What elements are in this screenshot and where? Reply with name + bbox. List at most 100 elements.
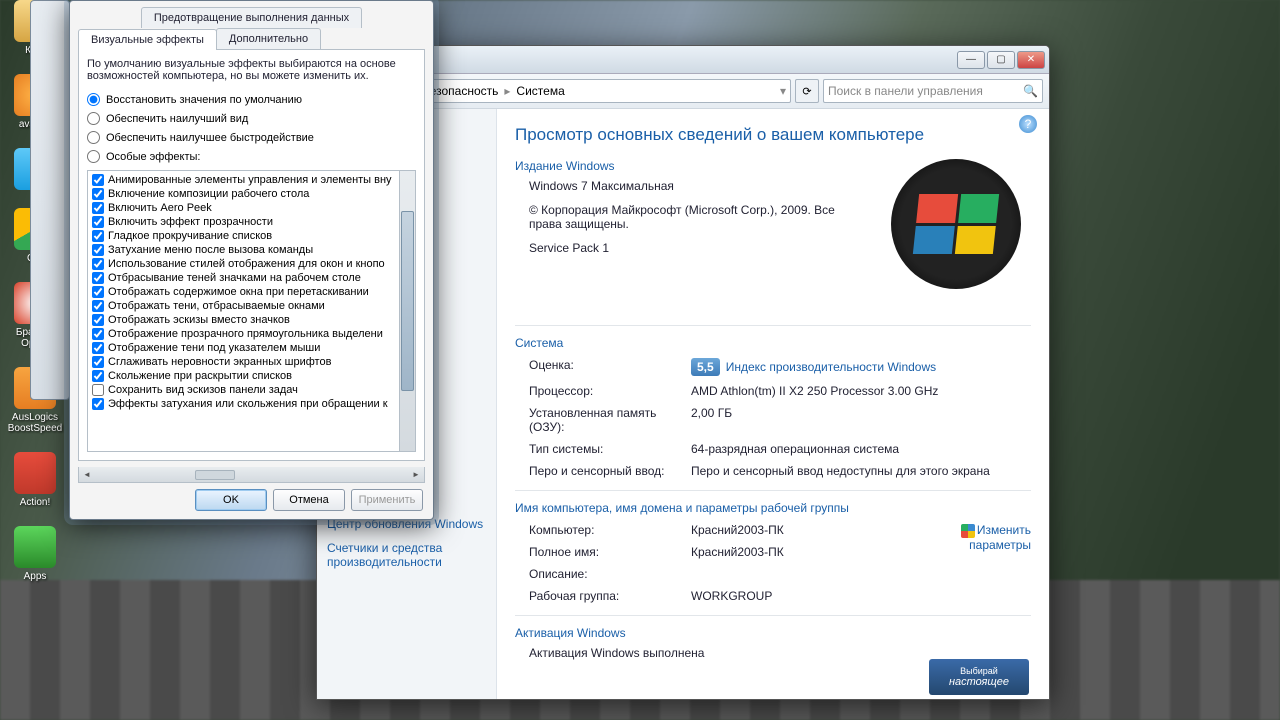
effect-checkbox-row[interactable]: Скольжение при раскрытии списков [90, 369, 397, 383]
label: Рабочая группа: [529, 587, 679, 605]
effect-checkbox[interactable] [92, 342, 104, 354]
search-input[interactable]: Поиск в панели управления 🔍 [823, 79, 1043, 103]
effect-checkbox-row[interactable]: Анимированные элементы управления и элем… [90, 173, 397, 187]
effect-checkbox[interactable] [92, 230, 104, 242]
ok-button[interactable]: OK [195, 489, 267, 511]
tab-advanced[interactable]: Дополнительно [216, 28, 321, 49]
computer-name-table: Компьютер: Красний2003-ПК Изменить парам… [529, 521, 1031, 605]
effect-checkbox-row[interactable]: Эффекты затухания или скольжения при обр… [90, 397, 397, 411]
effect-checkbox[interactable] [92, 384, 104, 396]
copyright-text: © Корпорация Майкрософт (Microsoft Corp.… [529, 203, 839, 231]
effect-checkbox[interactable] [92, 300, 104, 312]
search-placeholder: Поиск в панели управления [828, 84, 983, 98]
effect-checkbox[interactable] [92, 370, 104, 382]
close-button[interactable]: ✕ [1017, 51, 1045, 69]
apply-button[interactable]: Применить [351, 489, 423, 511]
performance-options-dialog: Предотвращение выполнения данных Визуаль… [69, 0, 434, 520]
effect-checkbox[interactable] [92, 188, 104, 200]
effect-checkbox[interactable] [92, 216, 104, 228]
effect-checkbox[interactable] [92, 258, 104, 270]
maximize-button[interactable]: ▢ [987, 51, 1015, 69]
effect-checkbox-row[interactable]: Отображение тени под указателем мыши [90, 341, 397, 355]
background-window-sliver [30, 0, 70, 400]
effects-list[interactable]: Анимированные элементы управления и элем… [88, 171, 399, 451]
effect-label: Анимированные элементы управления и элем… [108, 174, 392, 186]
performance-index-link[interactable]: Индекс производительности Windows [726, 360, 936, 374]
effect-checkbox-row[interactable]: Отображать содержимое окна при перетаски… [90, 285, 397, 299]
effect-checkbox[interactable] [92, 398, 104, 410]
effect-checkbox-row[interactable]: Отображение прозрачного прямоугольника в… [90, 327, 397, 341]
effect-checkbox-row[interactable]: Отбрасывание теней значками на рабочем с… [90, 271, 397, 285]
effect-checkbox-row[interactable]: Включение композиции рабочего стола [90, 187, 397, 201]
scrollbar-thumb[interactable] [195, 470, 235, 480]
scroll-left-button[interactable]: ◄ [79, 467, 95, 482]
dialog-body: По умолчанию визуальные эффекты выбирают… [78, 49, 425, 461]
value: 2,00 ГБ [691, 404, 1031, 436]
value [691, 565, 909, 583]
radio-restore-defaults[interactable]: Восстановить значения по умолчанию [87, 93, 416, 106]
effect-checkbox-row[interactable]: Включить эффект прозрачности [90, 215, 397, 229]
label: Процессор: [529, 382, 679, 400]
sidebar-link[interactable]: Счетчики и средства производительности [327, 541, 486, 569]
effect-label: Отображать эскизы вместо значков [108, 314, 290, 326]
horizontal-scrollbar[interactable]: ◄ ► [78, 467, 425, 483]
effect-checkbox-row[interactable]: Включить Aero Peek [90, 201, 397, 215]
search-icon[interactable]: 🔍 [1023, 84, 1038, 98]
effect-checkbox-row[interactable]: Отображать тени, отбрасываемые окнами [90, 299, 397, 313]
effect-checkbox[interactable] [92, 356, 104, 368]
effect-label: Сглаживать неровности экранных шрифтов [108, 356, 331, 368]
effect-label: Эффекты затухания или скольжения при обр… [108, 398, 388, 410]
tab-dep[interactable]: Предотвращение выполнения данных [141, 7, 362, 28]
label: Полное имя: [529, 543, 679, 561]
rating-badge: 5,5 [691, 358, 720, 376]
chevron-right-icon: ▸ [504, 84, 510, 98]
service-pack: Service Pack 1 [529, 241, 839, 255]
refresh-button[interactable]: ⟳ [795, 79, 819, 103]
effect-checkbox[interactable] [92, 272, 104, 284]
cancel-button[interactable]: Отмена [273, 489, 345, 511]
label: Установленная память (ОЗУ): [529, 404, 679, 436]
intro-text: По умолчанию визуальные эффекты выбирают… [87, 58, 416, 82]
change-settings-link[interactable]: Изменить параметры [969, 523, 1031, 552]
help-icon[interactable]: ? [1019, 115, 1037, 133]
breadcrumb-item[interactable]: Система [516, 84, 564, 98]
effect-checkbox[interactable] [92, 314, 104, 326]
scrollbar-thumb[interactable] [401, 211, 414, 391]
tab-visual-effects[interactable]: Визуальные эффекты [78, 29, 217, 50]
effect-checkbox[interactable] [92, 286, 104, 298]
value: Красний2003-ПК [691, 543, 909, 561]
value: Перо и сенсорный ввод недоступны для это… [691, 462, 1031, 480]
desktop-icon[interactable]: Apps [5, 526, 65, 582]
effect-checkbox[interactable] [92, 328, 104, 340]
breadcrumb[interactable]: ема и безопасность ▸ Система ▾ [383, 79, 791, 103]
radio-best-appearance[interactable]: Обеспечить наилучший вид [87, 112, 416, 125]
effect-label: Отображение тени под указателем мыши [108, 342, 320, 354]
effect-checkbox-row[interactable]: Сохранить вид эскизов панели задач [90, 383, 397, 397]
scroll-right-button[interactable]: ► [408, 467, 424, 482]
effect-checkbox-row[interactable]: Гладкое прокручивание списков [90, 229, 397, 243]
desktop-icon[interactable]: Action! [5, 452, 65, 508]
effect-checkbox-row[interactable]: Сглаживать неровности экранных шрифтов [90, 355, 397, 369]
effects-list-box: Анимированные элементы управления и элем… [87, 170, 416, 452]
effect-checkbox-row[interactable]: Затухание меню после вызова команды [90, 243, 397, 257]
minimize-button[interactable]: — [957, 51, 985, 69]
effect-checkbox-row[interactable]: Отображать эскизы вместо значков [90, 313, 397, 327]
effect-label: Включение композиции рабочего стола [108, 188, 309, 200]
system-info-table: Оценка: 5,5 Индекс производительности Win… [529, 356, 1031, 480]
effect-checkbox-row[interactable]: Использование стилей отображения для око… [90, 257, 397, 271]
radio-custom[interactable]: Особые эффекты: [87, 150, 416, 163]
effect-label: Затухание меню после вызова команды [108, 244, 313, 256]
radio-best-performance[interactable]: Обеспечить наилучшее быстродействие [87, 131, 416, 144]
effect-checkbox[interactable] [92, 174, 104, 186]
label: Компьютер: [529, 521, 679, 539]
effect-checkbox[interactable] [92, 202, 104, 214]
chevron-down-icon[interactable]: ▾ [780, 84, 786, 98]
vertical-scrollbar[interactable] [399, 171, 415, 451]
page-title: Просмотр основных сведений о вашем компь… [515, 125, 1031, 145]
effect-checkbox[interactable] [92, 244, 104, 256]
effect-label: Отображать содержимое окна при перетаски… [108, 286, 369, 298]
rating-value: 5,5 Индекс производительности Windows [691, 356, 1031, 378]
label: Оценка: [529, 356, 679, 378]
effect-label: Включить эффект прозрачности [108, 216, 273, 228]
label: Перо и сенсорный ввод: [529, 462, 679, 480]
